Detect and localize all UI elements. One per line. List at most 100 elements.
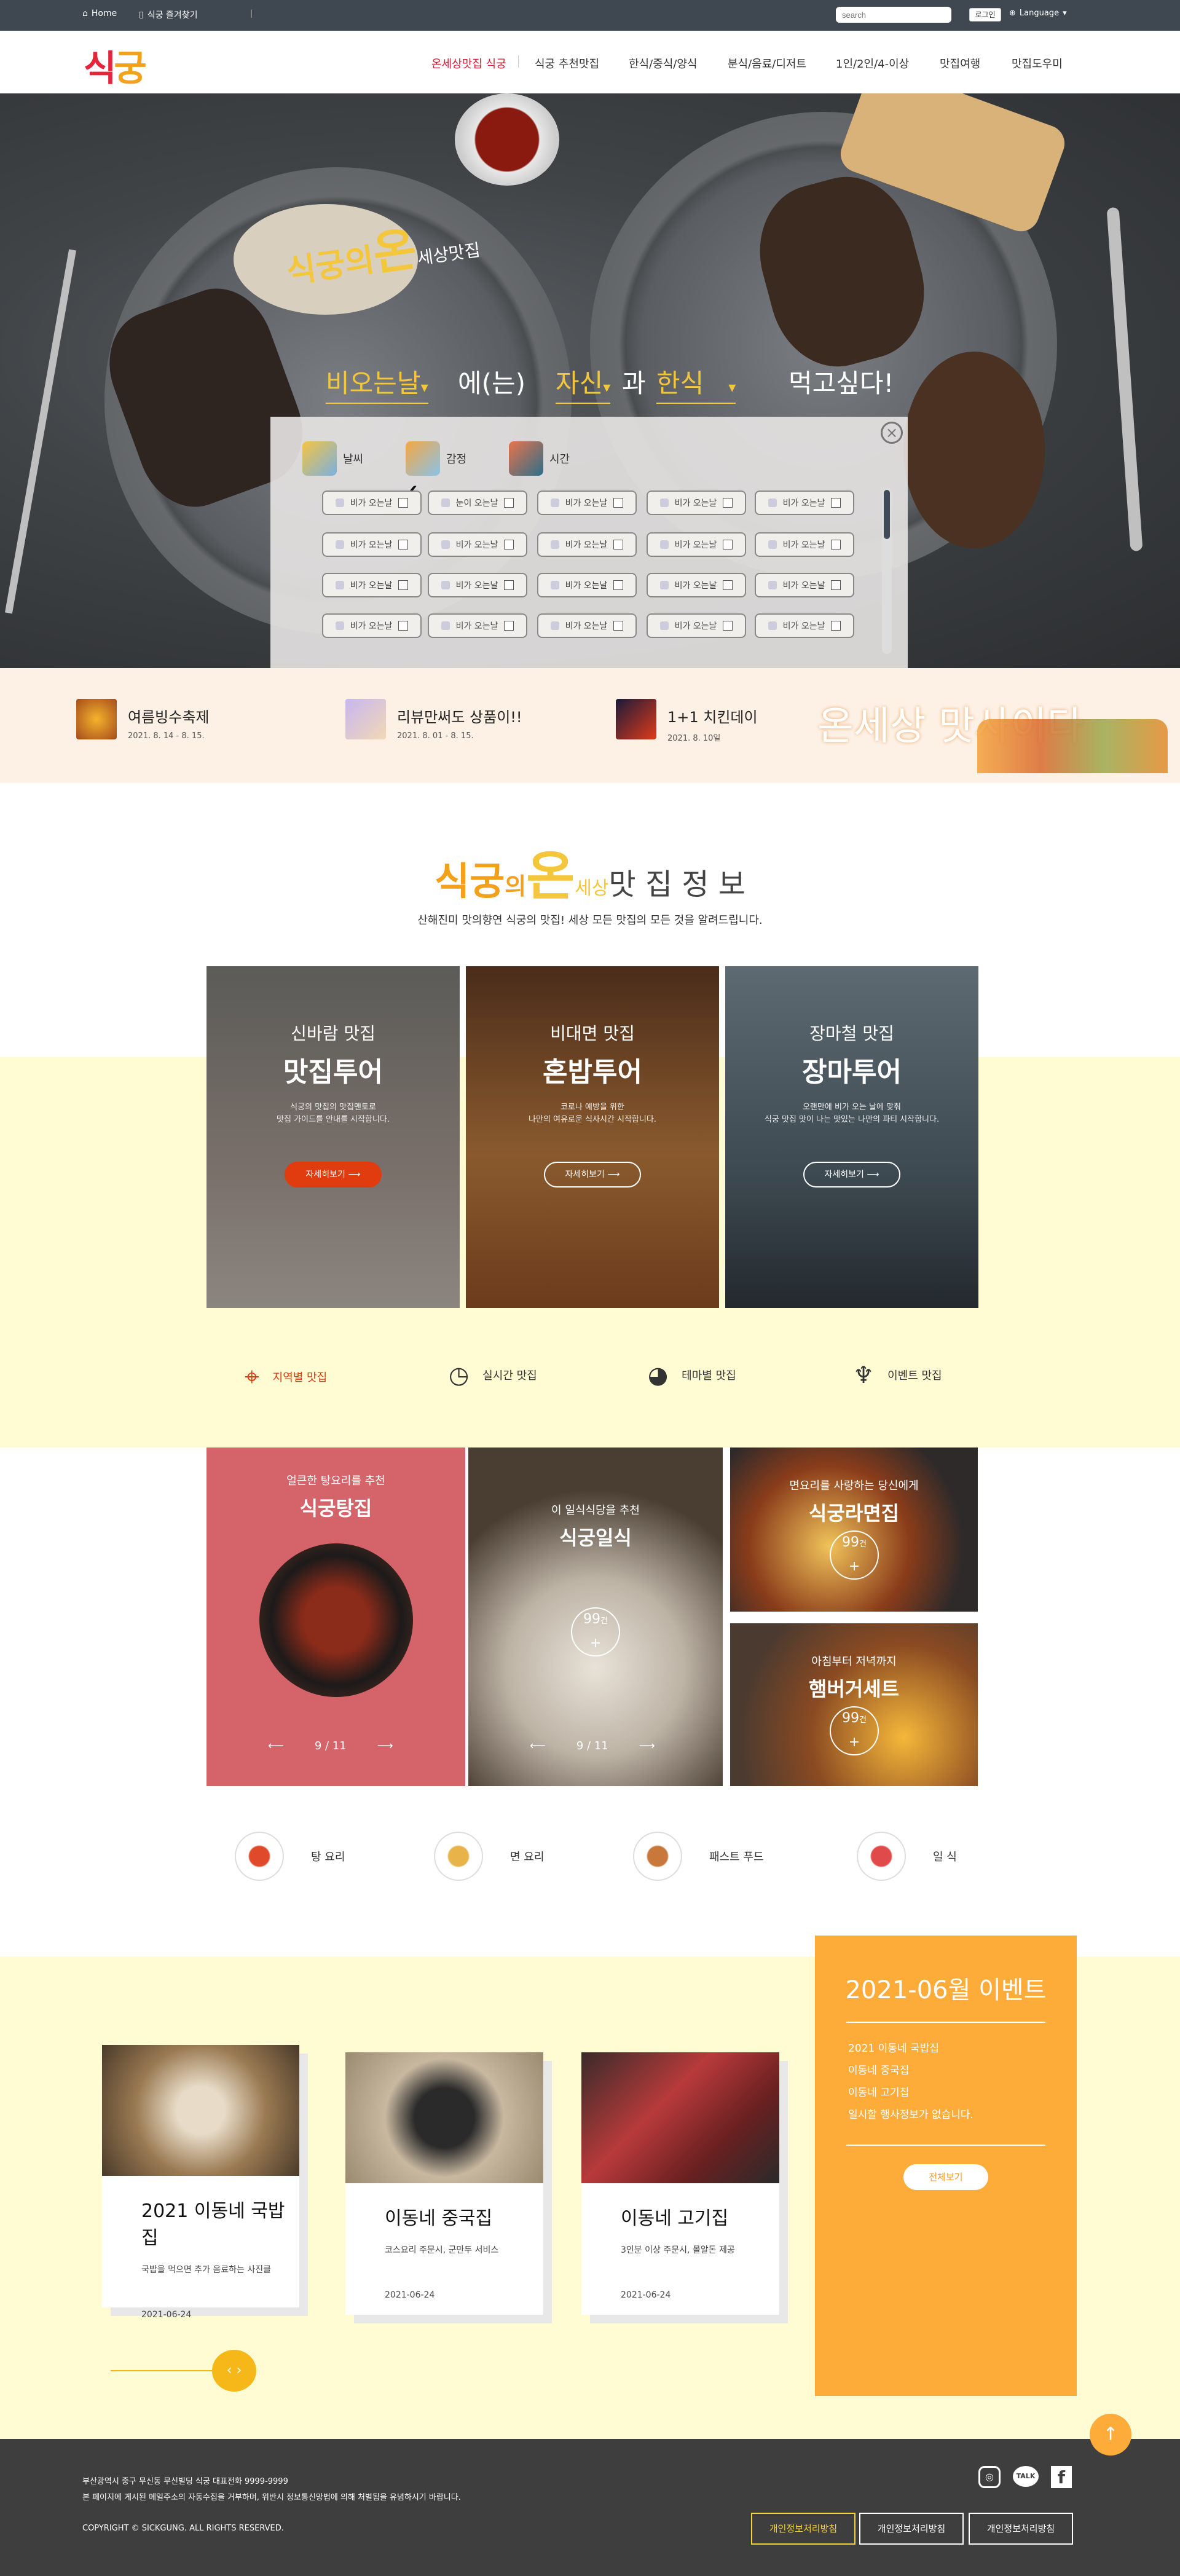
site-logo[interactable]: 식궁 — [84, 39, 147, 91]
arrow-right-icon[interactable]: ⟶ — [639, 1739, 655, 1752]
option-pill[interactable]: 비가 오는날 — [322, 490, 422, 515]
tab-time[interactable]: 시간 — [509, 441, 570, 476]
event-box-item[interactable]: 이동네 고기집 — [848, 2082, 1077, 2104]
weather-dropdown[interactable]: 비오는날▾ — [326, 363, 428, 404]
checkbox[interactable] — [831, 498, 841, 508]
checkbox[interactable] — [398, 498, 409, 508]
nav-item-3[interactable]: 분식/음료/디저트 — [728, 55, 806, 71]
tab-weather[interactable]: 날씨 — [302, 441, 363, 476]
arrow-left-icon[interactable]: ⟵ — [530, 1739, 546, 1752]
option-pill[interactable]: 비가 오는날 — [755, 613, 854, 638]
companion-dropdown[interactable]: 자신▾ — [556, 363, 611, 404]
event-box-item[interactable]: 이동네 중국집 — [848, 2060, 1077, 2082]
option-pill[interactable]: 비가 오는날 — [428, 613, 527, 638]
gallery-card-il[interactable]: 이 일식식당을 추천 식궁일식 99건 + ⟵ 9 / 11 ⟶ — [468, 1448, 723, 1786]
home-link[interactable]: ⌂ Home — [82, 9, 117, 18]
category-tab-event[interactable]: ♆ 이벤트 맛집 — [853, 1361, 942, 1388]
option-pill[interactable]: 비가 오는날 — [428, 573, 527, 597]
checkbox[interactable] — [831, 580, 841, 590]
checkbox[interactable] — [723, 621, 733, 631]
checkbox[interactable] — [504, 580, 514, 590]
option-pill[interactable]: 비가 오는날 — [322, 532, 422, 557]
facebook-icon[interactable]: f — [1051, 2466, 1072, 2488]
checkbox[interactable] — [831, 540, 841, 549]
tab-emotion[interactable]: 감정 — [406, 441, 466, 476]
food-category-fastfood[interactable]: 패스트 푸드 — [633, 1832, 764, 1881]
checkbox[interactable] — [398, 540, 409, 549]
scrollbar-thumb[interactable] — [884, 490, 890, 539]
food-category-japanese[interactable]: 일 식 — [857, 1832, 957, 1881]
option-pill[interactable]: 비가 오는날 — [537, 490, 637, 515]
event-box-item[interactable]: 일시할 행사정보가 없습니다. — [848, 2104, 1077, 2126]
gallery-card-ramen[interactable]: 면요리를 사랑하는 당신에게 식궁라면집 99건 + — [730, 1448, 978, 1612]
option-pill[interactable]: 비가 오는날 — [537, 532, 637, 557]
privacy-policy-button-3[interactable]: 개인정보처리방침 — [969, 2513, 1073, 2545]
option-pill[interactable]: 비가 오는날 — [755, 490, 854, 515]
checkbox[interactable] — [613, 580, 624, 590]
event-card-1[interactable]: 이동네 중국집 코스요리 주문시, 군만두 서비스 2021-06-24 — [345, 2052, 543, 2315]
nav-item-1[interactable]: 식궁 추천맛집 — [535, 55, 599, 71]
event-card-0[interactable]: 2021 이동네 국밥집 국밥을 먹으면 추가 음료하는 사진클 2021-06… — [102, 2045, 299, 2320]
checkbox[interactable] — [613, 498, 624, 508]
instagram-icon[interactable]: ◎ — [978, 2466, 1001, 2488]
language-select[interactable]: ⊕ Language ▾ — [1009, 9, 1067, 18]
option-pill[interactable]: 비가 오는날 — [647, 613, 746, 638]
event-card-2[interactable]: 이동네 고기집 3인분 이상 주문시, 몰알돈 제공 2021-06-24 — [581, 2052, 779, 2315]
checkbox[interactable] — [504, 498, 514, 508]
gallery-card-burger[interactable]: 아침부터 저녁까지 햄버거세트 99건 + — [730, 1623, 978, 1786]
promo-item-1[interactable]: 리뷰만써도 상품이!! 2021. 8. 01 - 8. 15. — [345, 699, 522, 741]
arrow-left-icon[interactable]: ⟵ — [268, 1739, 284, 1752]
promo-item-0[interactable]: 여름빙수축제 2021. 8. 14 - 8. 15. — [76, 699, 209, 741]
kakaotalk-icon[interactable]: TALK — [1013, 2466, 1039, 2487]
checkbox[interactable] — [723, 540, 733, 549]
category-tab-realtime[interactable]: ◷ 실시간 맛집 — [449, 1361, 537, 1388]
option-pill[interactable]: 비가 오는날 — [755, 573, 854, 597]
food-category-tang[interactable]: 탕 요리 — [235, 1832, 345, 1881]
count-badge[interactable]: 99건 + — [830, 1530, 879, 1580]
category-tab-theme[interactable]: ◕ 테마별 맛집 — [648, 1361, 736, 1388]
option-pill[interactable]: 비가 오는날 — [537, 573, 637, 597]
option-pill[interactable]: 비가 오는날 — [537, 613, 637, 638]
option-pill[interactable]: 눈이 오는날 — [428, 490, 527, 515]
tour-detail-button[interactable]: 자세히보기 ⟶ — [544, 1162, 641, 1188]
checkbox[interactable] — [613, 540, 624, 549]
gallery-card-tang[interactable]: 얼큰한 탕요리를 추천 식궁탕집 ⟵ 9 / 11 ⟶ — [206, 1448, 465, 1786]
option-pill[interactable]: 비가 오는날 — [647, 490, 746, 515]
login-button[interactable]: 로그인 — [969, 8, 1001, 22]
privacy-policy-button-2[interactable]: 개인정보처리방침 — [859, 2513, 964, 2545]
option-pill[interactable]: 비가 오는날 — [647, 532, 746, 557]
checkbox[interactable] — [504, 621, 514, 631]
option-pill[interactable]: 비가 오는날 — [428, 532, 527, 557]
count-badge[interactable]: 99건 + — [830, 1706, 879, 1755]
bookmark-link[interactable]: ▯ 식궁 즐겨찾기 — [139, 9, 197, 21]
checkbox[interactable] — [398, 621, 409, 631]
option-pill[interactable]: 비가 오는날 — [322, 573, 422, 597]
view-all-button[interactable]: 전체보기 — [903, 2164, 988, 2190]
tour-card-1[interactable]: 비대면 맛집 혼밥투어 코로나 예방을 위한 나만의 여유로운 식사시간 시작합… — [466, 966, 719, 1308]
nav-item-0[interactable]: 온세상맛집 식궁 — [431, 55, 506, 71]
tour-card-0[interactable]: 신바람 맛집 맛집투어 식궁의 맛집의 맛집멘토로 맛집 가이드를 안내를 시작… — [206, 966, 460, 1308]
event-box-item[interactable]: 2021 이동네 국밥집 — [848, 2038, 1077, 2060]
event-nav-button[interactable]: ‹ › — [212, 2350, 256, 2392]
nav-item-6[interactable]: 맛집도우미 — [1012, 55, 1063, 71]
food-dropdown[interactable]: 한식 ▾ — [656, 363, 736, 404]
checkbox[interactable] — [613, 621, 624, 631]
search-input[interactable] — [836, 7, 951, 23]
option-pill[interactable]: 비가 오는날 — [322, 613, 422, 638]
nav-item-4[interactable]: 1인/2인/4-이상 — [836, 55, 909, 71]
promo-item-2[interactable]: 1+1 치킨데이 2021. 8. 10일 — [616, 699, 758, 743]
tour-detail-button[interactable]: 자세히보기 ⟶ — [803, 1162, 900, 1188]
tour-card-2[interactable]: 장마철 맛집 장마투어 오랜만에 비가 오는 날에 맞춰 식궁 맛집 맛이 나는… — [725, 966, 978, 1308]
checkbox[interactable] — [398, 580, 409, 590]
close-icon[interactable]: × — [881, 422, 903, 444]
panel-scrollbar[interactable] — [882, 488, 892, 654]
food-category-noodle[interactable]: 면 요리 — [434, 1832, 544, 1881]
category-tab-region[interactable]: ⌖ 지역별 맛집 — [245, 1361, 327, 1392]
checkbox[interactable] — [723, 498, 733, 508]
checkbox[interactable] — [504, 540, 514, 549]
scroll-top-button[interactable]: ↑ — [1090, 2414, 1131, 2456]
nav-item-2[interactable]: 한식/중식/양식 — [629, 55, 698, 71]
checkbox[interactable] — [723, 580, 733, 590]
arrow-right-icon[interactable]: ⟶ — [377, 1739, 393, 1752]
option-pill[interactable]: 비가 오는날 — [755, 532, 854, 557]
